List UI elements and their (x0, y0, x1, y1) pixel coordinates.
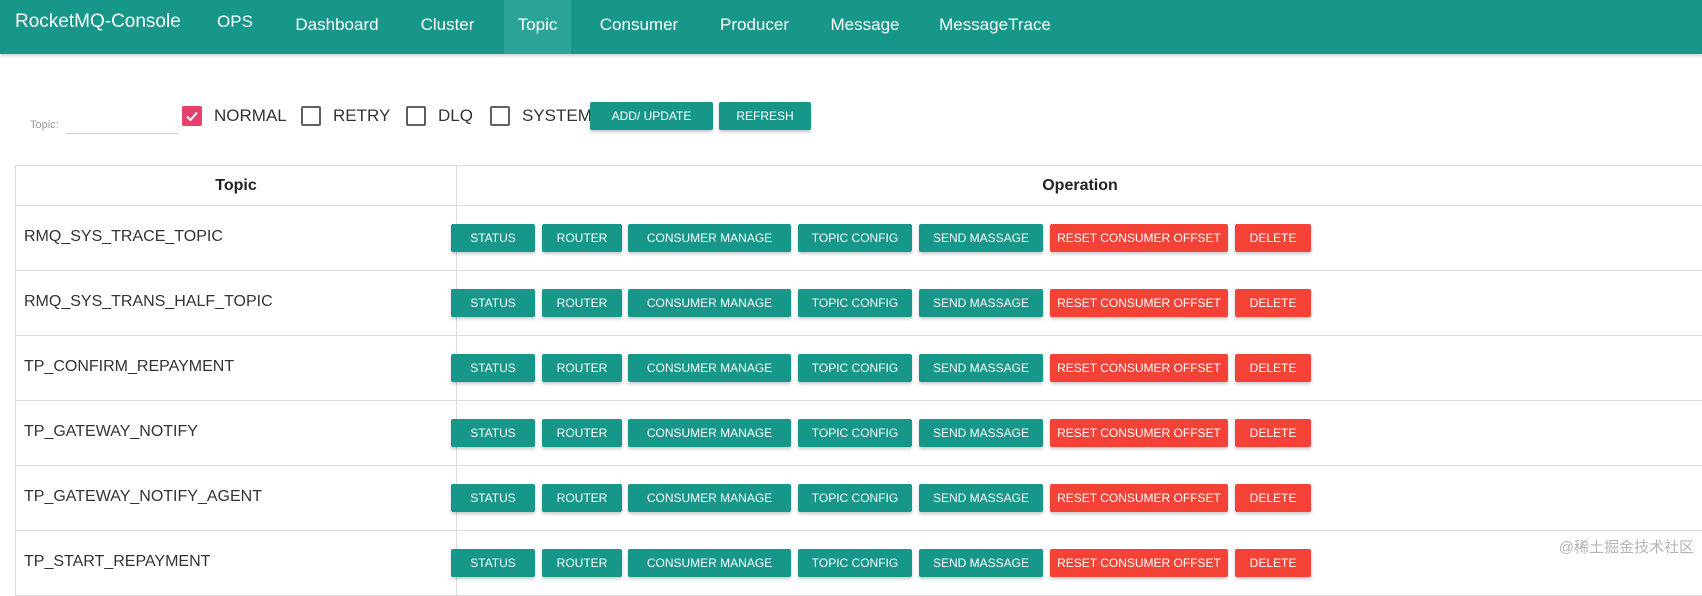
topic-name-cell: TP_START_REPAYMENT (16, 531, 457, 595)
topic-config-button[interactable]: TOPIC CONFIG (798, 289, 912, 317)
nav-consumer[interactable]: Consumer (588, 0, 690, 54)
consumer-manage-button[interactable]: CONSUMER MANAGE (628, 354, 791, 382)
reset-consumer-offset-button[interactable]: RESET CONSUMER OFFSET (1050, 354, 1228, 382)
watermark: @稀土掘金技术社区 (1558, 539, 1694, 556)
checkbox-system[interactable]: SYSTEM (490, 105, 592, 127)
header-operation: Operation (1042, 177, 1118, 194)
refresh-button[interactable]: REFRESH (719, 102, 811, 130)
checkbox-dlq[interactable]: DLQ (406, 105, 473, 127)
checkbox-normal-label: NORMAL (214, 106, 287, 125)
nav-message[interactable]: Message (820, 0, 910, 54)
table-row: RMQ_SYS_TRACE_TOPIC STATUS ROUTER CONSUMER … (15, 206, 1702, 271)
add-update-button[interactable]: ADD/ UPDATE (590, 102, 713, 130)
topic-filter-input[interactable] (66, 110, 178, 134)
router-button[interactable]: ROUTER (542, 484, 622, 512)
topic-config-button[interactable]: TOPIC CONFIG (798, 354, 912, 382)
router-button[interactable]: ROUTER (542, 224, 622, 252)
topic-name-cell: TP_GATEWAY_NOTIFY_AGENT (16, 466, 457, 530)
send-massage-button[interactable]: SEND MASSAGE (919, 224, 1043, 252)
delete-button[interactable]: DELETE (1235, 419, 1311, 447)
consumer-manage-button[interactable]: CONSUMER MANAGE (628, 289, 791, 317)
top-navbar: RocketMQ-Console OPS Dashboard Cluster T… (0, 0, 1702, 54)
send-massage-button[interactable]: SEND MASSAGE (919, 419, 1043, 447)
reset-consumer-offset-button[interactable]: RESET CONSUMER OFFSET (1050, 419, 1228, 447)
status-button[interactable]: STATUS (451, 419, 535, 447)
delete-button[interactable]: DELETE (1235, 224, 1311, 252)
header-topic: Topic (16, 166, 457, 205)
consumer-manage-button[interactable]: CONSUMER MANAGE (628, 484, 791, 512)
delete-button[interactable]: DELETE (1235, 354, 1311, 382)
consumer-manage-button[interactable]: CONSUMER MANAGE (628, 549, 791, 577)
topic-config-button[interactable]: TOPIC CONFIG (798, 484, 912, 512)
topic-name-cell: TP_CONFIRM_REPAYMENT (16, 336, 457, 400)
checkbox-normal[interactable]: NORMAL (182, 105, 287, 127)
table-header: Topic Operation (15, 166, 1702, 206)
delete-button[interactable]: DELETE (1235, 484, 1311, 512)
reset-consumer-offset-button[interactable]: RESET CONSUMER OFFSET (1050, 224, 1228, 252)
table-row: TP_CONFIRM_REPAYMENT STATUS ROUTER CONSUMER… (15, 336, 1702, 401)
brand-title[interactable]: RocketMQ-Console (15, 12, 181, 32)
router-button[interactable]: ROUTER (542, 419, 622, 447)
topic-config-button[interactable]: TOPIC CONFIG (798, 549, 912, 577)
checkbox-dlq-label: DLQ (438, 106, 473, 125)
status-button[interactable]: STATUS (451, 549, 535, 577)
table-row: TP_START_REPAYMENT STATUS ROUTER CONSUMER M… (15, 531, 1702, 596)
router-button[interactable]: ROUTER (542, 354, 622, 382)
status-button[interactable]: STATUS (451, 484, 535, 512)
topic-name-cell: RMQ_SYS_TRACE_TOPIC (16, 206, 457, 270)
topic-filter-label: Topic: (30, 119, 59, 131)
send-massage-button[interactable]: SEND MASSAGE (919, 354, 1043, 382)
nav-dashboard[interactable]: Dashboard (286, 0, 388, 54)
send-massage-button[interactable]: SEND MASSAGE (919, 289, 1043, 317)
topic-name-cell: TP_GATEWAY_NOTIFY (16, 401, 457, 465)
table-row: TP_GATEWAY_NOTIFY_AGENT STATUS ROUTER CONSU… (15, 466, 1702, 531)
status-button[interactable]: STATUS (451, 289, 535, 317)
checkbox-checked-icon (182, 106, 202, 126)
reset-consumer-offset-button[interactable]: RESET CONSUMER OFFSET (1050, 484, 1228, 512)
topic-table: Topic Operation RMQ_SYS_TRACE_TOPIC STATU… (15, 165, 1702, 596)
checkbox-unchecked-icon (406, 106, 426, 126)
topic-name-cell: RMQ_SYS_TRANS_HALF_TOPIC (16, 271, 457, 335)
checkbox-system-label: SYSTEM (522, 106, 592, 125)
checkbox-retry[interactable]: RETRY (301, 105, 390, 127)
topic-config-button[interactable]: TOPIC CONFIG (798, 419, 912, 447)
table-row: RMQ_SYS_TRANS_HALF_TOPIC STATUS ROUTER CONS… (15, 271, 1702, 336)
router-button[interactable]: ROUTER (542, 289, 622, 317)
status-button[interactable]: STATUS (451, 224, 535, 252)
status-button[interactable]: STATUS (451, 354, 535, 382)
consumer-manage-button[interactable]: CONSUMER MANAGE (628, 224, 791, 252)
checkbox-unchecked-icon (490, 106, 510, 126)
router-button[interactable]: ROUTER (542, 549, 622, 577)
send-massage-button[interactable]: SEND MASSAGE (919, 549, 1043, 577)
consumer-manage-button[interactable]: CONSUMER MANAGE (628, 419, 791, 447)
topic-config-button[interactable]: TOPIC CONFIG (798, 224, 912, 252)
nav-producer[interactable]: Producer (708, 0, 801, 54)
reset-consumer-offset-button[interactable]: RESET CONSUMER OFFSET (1050, 549, 1228, 577)
delete-button[interactable]: DELETE (1235, 289, 1311, 317)
checkbox-unchecked-icon (301, 106, 321, 126)
delete-button[interactable]: DELETE (1235, 549, 1311, 577)
reset-consumer-offset-button[interactable]: RESET CONSUMER OFFSET (1050, 289, 1228, 317)
table-body: RMQ_SYS_TRACE_TOPIC STATUS ROUTER CONSUMER … (15, 206, 1702, 596)
checkbox-retry-label: RETRY (333, 106, 391, 125)
nav-message-trace[interactable]: MessageTrace (930, 0, 1060, 54)
table-row: TP_GATEWAY_NOTIFY STATUS ROUTER CONSUMER MA… (15, 401, 1702, 466)
nav-ops[interactable]: OPS (207, 0, 263, 54)
nav-topic[interactable]: Topic (504, 0, 571, 54)
send-massage-button[interactable]: SEND MASSAGE (919, 484, 1043, 512)
nav-cluster[interactable]: Cluster (410, 0, 485, 54)
